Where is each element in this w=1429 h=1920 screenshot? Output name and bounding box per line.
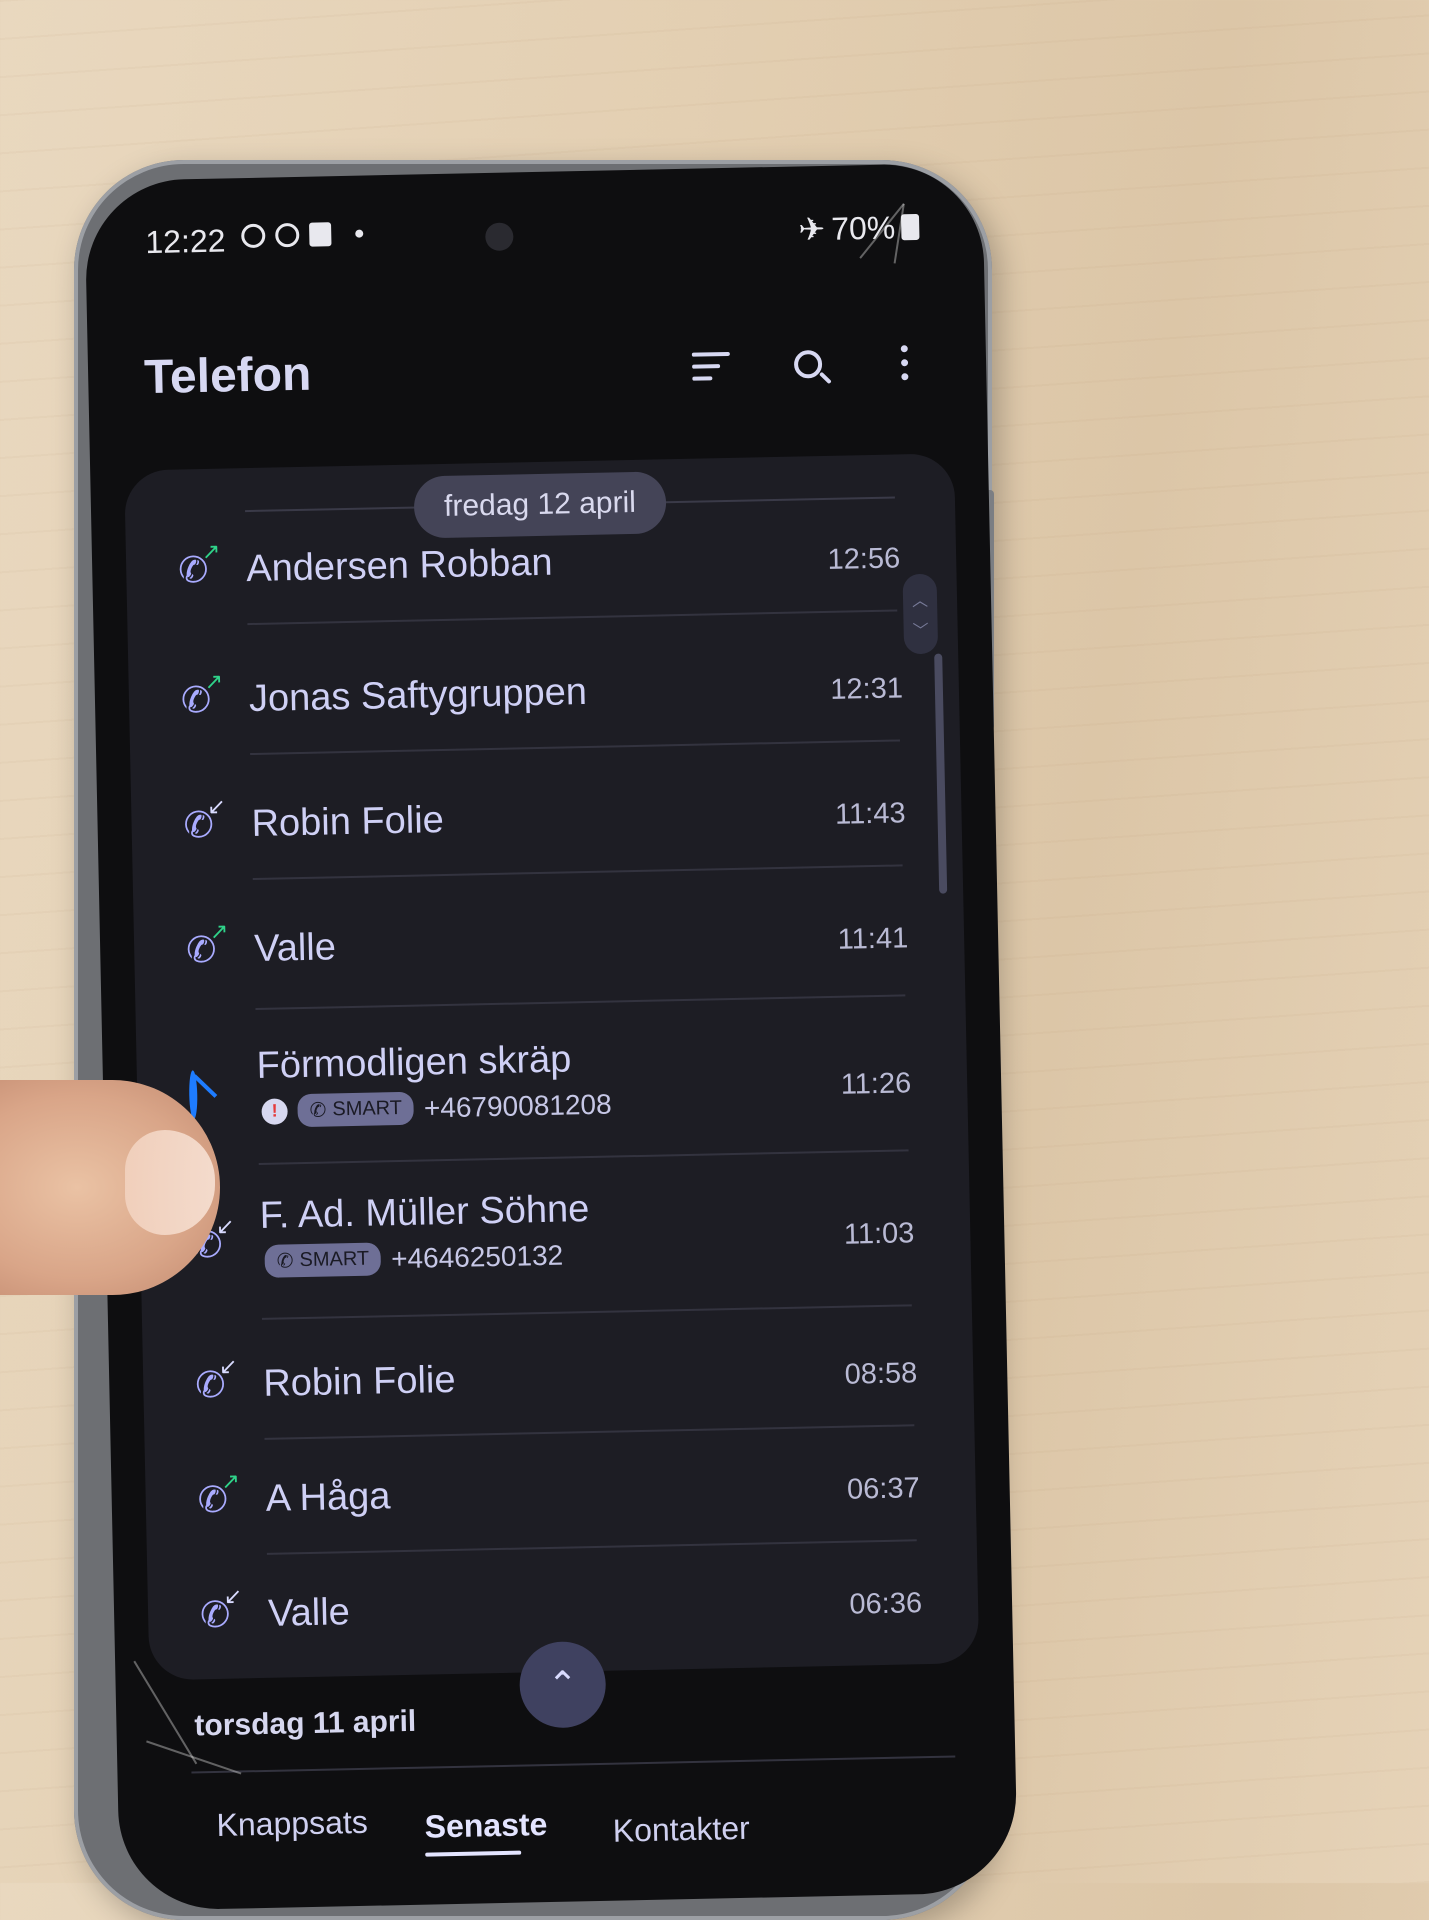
divider xyxy=(252,864,903,881)
filter-icon[interactable] xyxy=(690,344,735,389)
incoming-call-icon: ✆ ↙ xyxy=(194,1353,238,1406)
notification-icons xyxy=(241,222,364,249)
caller-name: Andersen Robban xyxy=(245,541,553,591)
call-row[interactable]: ✆ ↙ Valle 06:36 xyxy=(148,1568,979,1645)
call-row[interactable]: ✆ ↗ Jonas Saftygruppen 12:31 xyxy=(128,653,959,730)
call-time: 06:37 xyxy=(846,1472,920,1506)
app-notification-icon xyxy=(241,223,266,249)
battery-percent: 70% xyxy=(830,208,896,247)
call-time: 11:43 xyxy=(834,797,906,831)
page-title: Telefon xyxy=(143,347,312,405)
phone-number: +46790081208 xyxy=(423,1088,612,1123)
call-time: 06:36 xyxy=(849,1587,923,1621)
bottom-navigation: Knappsats Senaste Kontakter xyxy=(118,1782,1017,1881)
incoming-call-icon: ✆ ↙ xyxy=(199,1583,243,1636)
incoming-call-icon: ✆ ↙ xyxy=(183,793,226,846)
call-time: 11:03 xyxy=(843,1217,915,1251)
app-notification-icon xyxy=(275,222,300,248)
airplane-icon: ✈ xyxy=(798,210,826,248)
outgoing-call-icon: ✆ ↗ xyxy=(197,1468,241,1521)
caller-name: Robin Folie xyxy=(262,1358,456,1405)
caller-name: Förmodligen skräp xyxy=(256,1038,572,1087)
scroll-to-top-icon: ⌃ xyxy=(547,1663,579,1706)
screen-crack xyxy=(146,1740,242,1775)
app-bar: Telefon xyxy=(144,334,927,410)
divider xyxy=(266,1539,917,1555)
call-row[interactable]: ✆ ↗ A Håga 06:37 xyxy=(145,1453,976,1530)
divider xyxy=(250,739,901,756)
status-bar: 12:22 ✈ 70% xyxy=(145,208,920,264)
call-time: 12:56 xyxy=(827,542,901,576)
caller-name: Jonas Saftygruppen xyxy=(248,670,588,721)
call-time: 11:26 xyxy=(840,1067,912,1101)
battery-icon xyxy=(900,213,920,241)
status-time: 12:22 xyxy=(145,222,226,261)
section-date-header: torsdag 11 april xyxy=(194,1704,417,1743)
call-row[interactable]: Förmodligen skräp ! ✆ SMART +46790081208… xyxy=(136,1028,968,1145)
caller-details: ! ✆ SMART +46790081208 xyxy=(261,1088,612,1128)
caller-details: ✆ SMART +4646250132 xyxy=(264,1239,563,1278)
divider xyxy=(261,1304,912,1320)
active-tab-indicator xyxy=(425,1850,522,1857)
call-row[interactable]: ✆ ↙ F. Ad. Müller Söhne ✆ SMART +46462501… xyxy=(139,1178,971,1295)
app-actions xyxy=(690,340,927,389)
outgoing-call-icon: ✆ ↗ xyxy=(180,668,224,721)
phone-screen: 12:22 ✈ 70% Telefon fredag 12 april ︿ ﹀ … xyxy=(84,162,1019,1912)
tab-recents[interactable]: Senaste xyxy=(424,1806,547,1846)
call-row[interactable]: ✆ ↙ Robin Folie 08:58 xyxy=(143,1338,974,1415)
caller-name: Robin Folie xyxy=(251,799,445,846)
tab-contacts[interactable]: Kontakter xyxy=(612,1810,750,1850)
calendar-notification-icon xyxy=(309,222,332,247)
caller-name: A Håga xyxy=(265,1475,391,1520)
outgoing-call-icon: ✆ ↗ xyxy=(177,538,221,591)
tab-keypad[interactable]: Knappsats xyxy=(216,1804,368,1844)
outgoing-call-icon: ✆ ↗ xyxy=(185,918,229,971)
call-time: 12:31 xyxy=(829,672,904,706)
divider xyxy=(191,1755,956,1774)
call-row[interactable]: ✆ ↗ Valle 11:41 xyxy=(134,903,965,980)
spam-warning-icon: ! xyxy=(261,1097,288,1125)
divider xyxy=(258,1149,909,1165)
caller-name: Valle xyxy=(267,1591,351,1635)
divider xyxy=(264,1424,915,1440)
divider xyxy=(247,609,898,626)
call-log-card: fredag 12 april ︿ ﹀ ✆ ↗ Andersen Robban 12… xyxy=(124,453,980,1681)
more-notifications-dot-icon xyxy=(355,229,364,238)
phone-number: +4646250132 xyxy=(390,1239,564,1274)
call-time: 08:58 xyxy=(844,1357,918,1391)
divider xyxy=(255,994,906,1010)
date-header: fredag 12 april xyxy=(413,471,667,539)
more-options-icon[interactable] xyxy=(882,340,927,385)
caller-name: F. Ad. Müller Söhne xyxy=(259,1188,590,1237)
scroll-to-top-button[interactable]: ⌃ xyxy=(518,1640,607,1729)
search-icon[interactable] xyxy=(786,342,831,387)
call-time: 11:41 xyxy=(837,922,909,956)
caller-name: Valle xyxy=(253,926,337,971)
scroll-arrows[interactable]: ︿ ﹀ xyxy=(902,573,939,655)
call-row[interactable]: ✆ ↙ Robin Folie 11:43 xyxy=(131,778,962,855)
smart-badge: ✆ SMART xyxy=(297,1091,415,1128)
smart-badge: ✆ SMART xyxy=(264,1242,382,1278)
blocked-call-icon xyxy=(188,1070,198,1120)
